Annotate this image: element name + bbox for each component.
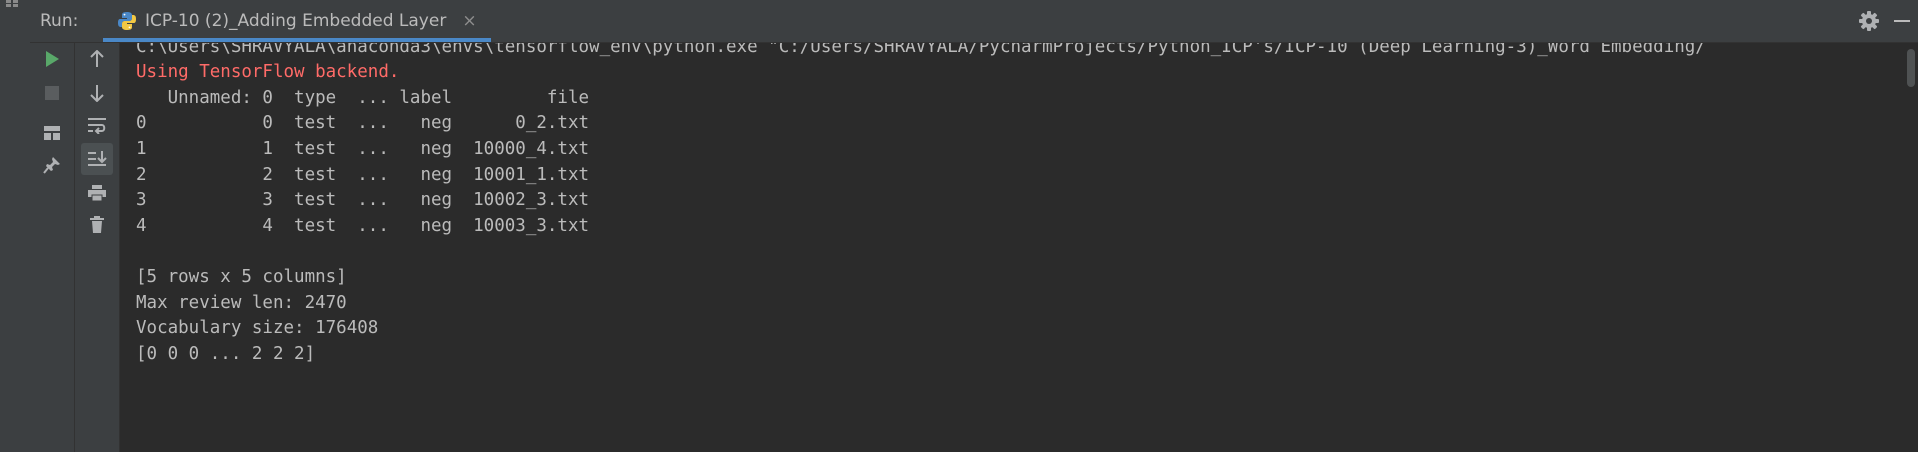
scroll-down-button[interactable]: [81, 77, 113, 109]
stop-button[interactable]: [36, 77, 68, 109]
scroll-down-icon: [90, 85, 104, 102]
scroll-up-icon: [90, 50, 104, 67]
structure-icon[interactable]: [6, 0, 20, 8]
console-output[interactable]: C:\Users\SHRAVYALA\anaconda3\envs\tensor…: [120, 43, 1900, 452]
run-actions-toolbar: [30, 43, 75, 452]
soft-wrap-icon: [88, 118, 106, 134]
scrollbar-thumb[interactable]: [1907, 49, 1915, 87]
minimize-icon[interactable]: [1894, 20, 1910, 22]
console-line-header: Unnamed: 0 type ... label file: [136, 88, 590, 108]
restore-layout-button[interactable]: [36, 117, 68, 149]
gear-icon[interactable]: [1858, 10, 1880, 32]
python-icon: [118, 12, 136, 30]
scroll-to-end-icon: [88, 151, 107, 166]
soft-wrap-button[interactable]: [81, 109, 113, 141]
scroll-up-button[interactable]: [81, 43, 113, 75]
console-line-stderr: Using TensorFlow backend.: [136, 62, 400, 82]
active-tab-indicator: [103, 38, 491, 42]
tab-title: ICP-10 (2)_Adding Embedded Layer: [145, 11, 447, 31]
console-line-row: 4 4 test ... neg 10003_3.txt: [136, 216, 590, 236]
console-scrollbar[interactable]: [1904, 43, 1918, 452]
stop-icon: [45, 86, 59, 100]
pin-tab-button[interactable]: [36, 149, 68, 181]
left-tool-strip: [0, 0, 31, 452]
print-button[interactable]: [81, 177, 113, 209]
console-line-row: 2 2 test ... neg 10001_1.txt: [136, 165, 590, 185]
pin-icon: [43, 157, 60, 174]
trash-icon: [90, 216, 104, 233]
console-line-summary: [5 rows x 5 columns]: [136, 267, 347, 287]
header-actions: [1858, 0, 1918, 42]
console-line-row: 3 3 test ... neg 10002_3.txt: [136, 190, 590, 210]
tab-close-icon[interactable]: ×: [462, 11, 476, 31]
scroll-to-end-button[interactable]: [81, 143, 113, 175]
console-line-array: [0 0 0 ... 2 2 2]: [136, 344, 316, 364]
rerun-button[interactable]: [36, 43, 68, 75]
console-line-command: C:\Users\SHRAVYALA\anaconda3\envs\tensor…: [136, 43, 1706, 57]
run-label: Run:: [40, 11, 79, 31]
clear-all-button[interactable]: [81, 209, 113, 241]
run-header: Run: ICP-10 (2)_Adding Embedded Layer ×: [30, 0, 1918, 43]
layout-icon: [44, 126, 60, 140]
tab-run-config[interactable]: ICP-10 (2)_Adding Embedded Layer ×: [103, 0, 491, 42]
console-line-max-len: Max review len: 2470: [136, 293, 347, 313]
console-line-vocab: Vocabulary size: 176408: [136, 318, 379, 338]
console-line-row: 0 0 test ... neg 0_2.txt: [136, 113, 590, 133]
console-line-row: 1 1 test ... neg 10000_4.txt: [136, 139, 590, 159]
print-icon: [88, 185, 106, 202]
run-icon: [46, 51, 59, 67]
console-actions-toolbar: [75, 43, 120, 452]
run-tool-window: Run: ICP-10 (2)_Adding Embedded Layer ×: [0, 0, 1918, 452]
